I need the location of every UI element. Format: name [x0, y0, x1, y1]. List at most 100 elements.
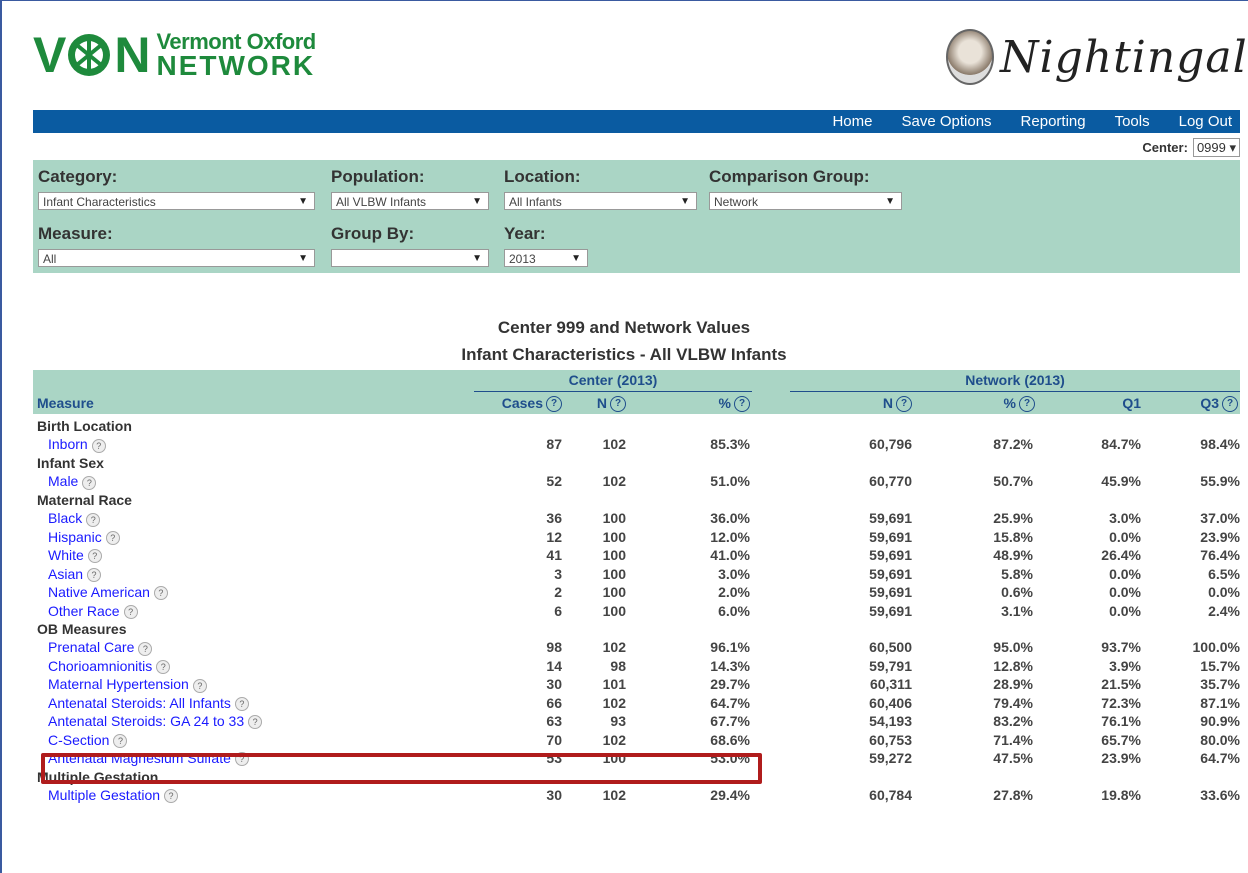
cases-column-header[interactable]: Cases? [470, 395, 562, 413]
cell-q1: 0.0% [1109, 584, 1141, 601]
measure-link[interactable]: Native American? [48, 584, 168, 601]
help-icon: ? [896, 396, 912, 413]
q3-column-header[interactable]: Q3? [1170, 395, 1238, 413]
help-icon[interactable]: ? [91, 438, 106, 453]
nav-save-options[interactable]: Save Options [901, 110, 991, 133]
groupby-select[interactable]: ▼ [331, 249, 489, 267]
help-icon[interactable]: ? [192, 678, 207, 693]
help-icon[interactable]: ? [105, 530, 120, 545]
cell-cases: 41 [546, 547, 562, 564]
cell-nn: 60,406 [869, 694, 912, 711]
pct-column-header[interactable]: %? [680, 395, 750, 413]
measure-label: Multiple Gestation [48, 787, 161, 803]
table-row: Multiple Gestation? 30 102 29.4% 60,784 27.8%… [33, 787, 1240, 805]
cell-np: 83.2% [993, 713, 1033, 730]
cell-np: 5.8% [1001, 565, 1033, 582]
help-icon: ? [1222, 396, 1238, 413]
measure-link[interactable]: Male? [48, 473, 97, 490]
help-icon[interactable]: ? [87, 567, 102, 582]
measure-link[interactable]: White? [48, 547, 102, 564]
measure-select[interactable]: All ▼ [38, 249, 315, 267]
measure-link[interactable]: Inborn? [48, 436, 106, 453]
cell-n: 100 [602, 547, 626, 564]
measure-link[interactable]: Black? [48, 510, 101, 527]
nightingale-logo: Nightingale [946, 22, 1248, 92]
chevron-down-icon: ▼ [680, 196, 690, 207]
cell-pct: 14.3% [710, 657, 750, 674]
network-pct-column-header[interactable]: %? [960, 395, 1035, 413]
help-icon[interactable]: ? [153, 586, 168, 601]
category-label: Maternal Race [37, 491, 132, 508]
cell-np: 50.7% [993, 473, 1033, 490]
help-icon[interactable]: ? [248, 715, 263, 730]
cell-pct: 85.3% [710, 436, 750, 453]
cell-nn: 60,311 [869, 676, 912, 693]
cell-q3: 64.7% [1200, 750, 1240, 767]
network-n-column-header[interactable]: N? [840, 395, 912, 413]
category-select[interactable]: Infant Characteristics ▼ [38, 192, 315, 210]
table-row: Black? 36 100 36.0% 59,691 25.9% 3.0% 37.0% [33, 510, 1240, 528]
measure-link[interactable]: Other Race? [48, 603, 138, 619]
category-row: OB Measures [33, 621, 1240, 639]
nav-tools[interactable]: Tools [1115, 110, 1150, 133]
population-select[interactable]: All VLBW Infants ▼ [331, 192, 489, 210]
cell-np: 0.6% [1001, 584, 1033, 601]
measure-link[interactable]: Asian? [48, 566, 102, 582]
filter-panel: Category: Infant Characteristics ▼ Popula… [33, 160, 1240, 273]
table-row: Inborn? 87 102 85.3% 60,796 87.2% 84.7% 98.4% [33, 436, 1240, 454]
cell-pct: 96.1% [710, 639, 750, 656]
measure-link[interactable]: Hispanic? [48, 529, 120, 545]
nav-home[interactable]: Home [832, 110, 872, 133]
measure-link[interactable]: Chorioamnionitis? [48, 658, 171, 675]
measure-link[interactable]: Prenatal Care? [48, 639, 153, 656]
chevron-down-icon: ▼ [472, 196, 482, 207]
help-icon[interactable]: ? [156, 660, 171, 675]
table-row: Other Race? 6 100 6.0% 59,691 3.1% 0.0% 2.4% [33, 603, 1240, 621]
help-icon[interactable]: ? [87, 549, 102, 564]
measure-label: Black [48, 510, 83, 527]
category-label: Category: [38, 167, 118, 186]
measure-link[interactable]: Antenatal Steroids: All Infants? [48, 695, 249, 712]
cell-np: 47.5% [993, 750, 1033, 767]
cell-nn: 59,791 [869, 657, 912, 674]
measure-link[interactable]: Maternal Hypertension? [48, 676, 207, 693]
cell-q3: 100.0% [1192, 639, 1240, 656]
nav-reporting[interactable]: Reporting [1021, 110, 1086, 133]
cell-n: 102 [602, 694, 626, 711]
cell-q3: 80.0% [1200, 731, 1240, 748]
help-icon[interactable]: ? [138, 641, 153, 656]
nav-log-out[interactable]: Log Out [1179, 110, 1232, 133]
cell-q3: 2.4% [1208, 602, 1240, 619]
n-column-header[interactable]: N? [570, 395, 626, 413]
year-select[interactable]: 2013 ▼ [504, 249, 588, 267]
measure-link[interactable]: Multiple Gestation? [48, 787, 179, 804]
cell-cases: 66 [546, 694, 562, 711]
cell-q1: 0.0% [1109, 565, 1141, 582]
measure-label: White [48, 547, 84, 564]
measure-link[interactable]: Antenatal Steroids: GA 24 to 33? [48, 713, 263, 730]
help-icon[interactable]: ? [86, 512, 101, 527]
help-icon: ? [1019, 396, 1035, 413]
help-icon[interactable]: ? [123, 604, 138, 619]
cell-n: 100 [602, 510, 626, 527]
cell-q3: 15.7% [1200, 657, 1240, 674]
von-logo[interactable]: V N Vermont Oxford NETWORK [33, 30, 316, 80]
help-icon[interactable]: ? [82, 475, 97, 490]
help-icon[interactable]: ? [234, 697, 249, 712]
location-select[interactable]: All Infants ▼ [504, 192, 697, 210]
center-select[interactable]: 0999 ▾ [1192, 138, 1240, 157]
von-mark: V N [33, 27, 150, 83]
cell-cases: 52 [546, 473, 562, 490]
cell-q1: 45.9% [1101, 473, 1141, 490]
help-icon[interactable]: ? [113, 733, 128, 748]
table-row: Antenatal Steroids: GA 24 to 33? 63 93 67.7… [33, 713, 1240, 731]
comparison-select[interactable]: Network ▼ [709, 192, 902, 210]
cell-cases: 6 [554, 602, 562, 619]
cell-n: 93 [610, 713, 626, 730]
cell-cases: 87 [546, 436, 562, 453]
year-label: Year: [504, 224, 546, 243]
help-icon: ? [546, 396, 562, 413]
measure-link[interactable]: C-Section? [48, 732, 128, 748]
help-icon[interactable]: ? [164, 789, 179, 804]
cell-q3: 37.0% [1200, 510, 1240, 527]
